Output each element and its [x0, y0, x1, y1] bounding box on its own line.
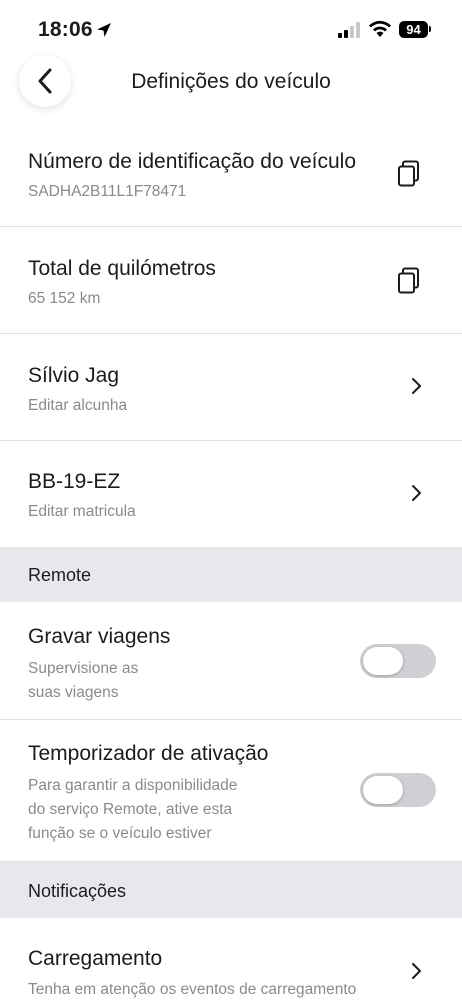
location-arrow-icon	[97, 23, 111, 37]
chevron-right-icon	[412, 963, 421, 979]
section-label-notifications: Notificações	[28, 881, 127, 901]
plate-label: BB-19-EZ	[28, 470, 121, 493]
charging-label: Carregamento	[28, 947, 163, 970]
chevron-right-icon	[412, 378, 421, 394]
nickname-label: Sílvio Jag	[28, 364, 120, 387]
signal-icon	[338, 22, 360, 38]
section-header-notifications: Notificações	[0, 862, 462, 918]
odometer-label: Total de quilómetros	[28, 257, 216, 280]
vin-label: Número de identificação do veículo	[28, 150, 357, 173]
charging-description: Tenha em atenção os eventos de carregame…	[28, 981, 357, 998]
edit-nickname-label: Editar alcunha	[28, 397, 128, 414]
vin-row: Número de identificação do veículo SADHA…	[0, 120, 462, 227]
odometer-row: Total de quilómetros 65 152 km	[0, 227, 462, 334]
wake-timer-toggle[interactable]	[360, 773, 436, 807]
chevron-right-icon	[412, 485, 421, 501]
wifi-icon	[369, 20, 391, 37]
record-trips-label: Gravar viagens	[28, 625, 171, 648]
record-trips-desc-line1: Supervisione as	[28, 660, 139, 677]
page-title: Definições do veículo	[131, 70, 331, 93]
record-trips-toggle[interactable]	[360, 644, 436, 678]
battery-icon: 94	[399, 21, 428, 38]
nickname-row[interactable]: Sílvio Jag Editar alcunha	[0, 334, 462, 441]
wake-timer-desc-line2: do serviço Remote, ative esta	[28, 801, 233, 818]
status-time: 18:06	[38, 18, 93, 41]
section-header-remote: Remote	[0, 547, 462, 602]
edit-plate-label: Editar matricula	[28, 503, 136, 520]
toggle-knob	[363, 647, 403, 675]
wake-timer-row: Temporizador de ativação Para garantir a…	[0, 720, 462, 862]
copy-icon[interactable]	[397, 160, 421, 188]
section-label-remote: Remote	[28, 565, 92, 585]
record-trips-desc-line2: suas viagens	[28, 684, 119, 701]
battery-tip	[429, 26, 431, 32]
odometer-value: 65 152 km	[28, 290, 101, 307]
plate-row[interactable]: BB-19-EZ Editar matricula	[0, 441, 462, 546]
wake-timer-label: Temporizador de ativação	[28, 742, 269, 765]
copy-icon[interactable]	[397, 267, 421, 295]
vin-value: SADHA2B11L1F78471	[28, 183, 187, 200]
charging-row[interactable]: Carregamento Tenha em atenção os eventos…	[0, 919, 462, 1000]
wake-timer-desc-line1: Para garantir a disponibilidade	[28, 777, 238, 794]
wake-timer-desc-line3: função se o veículo estiver	[28, 825, 212, 842]
wake-timer-description: Para garantir a disponibilidade do servi…	[28, 774, 237, 846]
toggle-knob	[363, 776, 403, 804]
status-bar: 18:06 94	[0, 0, 462, 60]
record-trips-row: Gravar viagens Supervisione as suas viag…	[0, 603, 462, 720]
record-trips-description: Supervisione as suas viagens	[28, 657, 138, 705]
